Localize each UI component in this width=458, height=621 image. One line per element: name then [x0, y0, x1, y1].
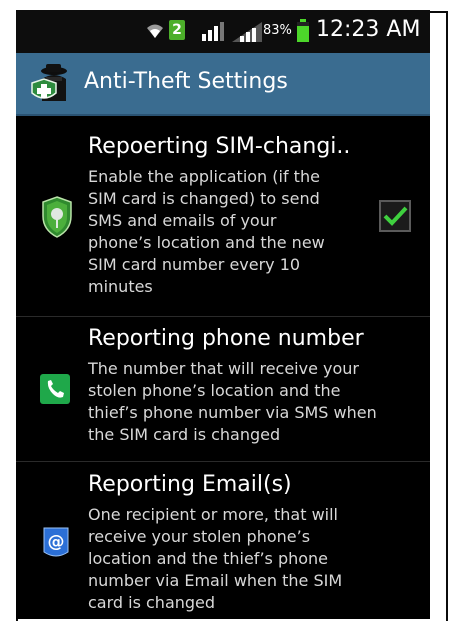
email-icon: @	[43, 527, 69, 557]
wifi-icon	[147, 24, 163, 38]
phone-icon	[40, 374, 70, 404]
setting-title: Repoerting SIM-changi..	[88, 134, 351, 159]
battery-icon	[297, 19, 309, 42]
signal-strength-icon	[202, 22, 224, 41]
battery-percentage: 83%	[263, 23, 292, 38]
setting-title: Reporting phone number	[88, 326, 364, 351]
svg-text:@: @	[48, 532, 65, 552]
sim-change-checkbox[interactable]	[379, 200, 411, 232]
checkmark-icon	[383, 206, 408, 226]
phone-screen: 2 83% 12:23 AM Anti-Theft Settings Repoe…	[16, 10, 430, 619]
setting-reporting-phone-number[interactable]: Reporting phone number The number that w…	[16, 316, 430, 462]
sim-slot-badge: 2	[169, 20, 185, 40]
setting-sim-change-reporting[interactable]: Repoerting SIM-changi.. Enable the appli…	[16, 116, 430, 317]
setting-title: Reporting Email(s)	[88, 472, 292, 497]
setting-summary: One recipient or more, that will receive…	[88, 505, 343, 612]
action-bar: Anti-Theft Settings	[16, 53, 430, 116]
shield-icon	[42, 196, 72, 238]
clock: 12:23 AM	[316, 17, 421, 42]
signal-strength-secondary-icon	[232, 22, 262, 42]
page-title: Anti-Theft Settings	[84, 69, 288, 94]
setting-summary: Enable the application (if the SIM card …	[88, 167, 325, 296]
spy-shield-icon	[31, 64, 67, 101]
setting-reporting-emails[interactable]: @ Reporting Email(s) One recipient or mo…	[16, 462, 430, 619]
status-bar: 2 83% 12:23 AM	[16, 10, 430, 53]
setting-summary: The number that will receive your stolen…	[88, 359, 377, 444]
